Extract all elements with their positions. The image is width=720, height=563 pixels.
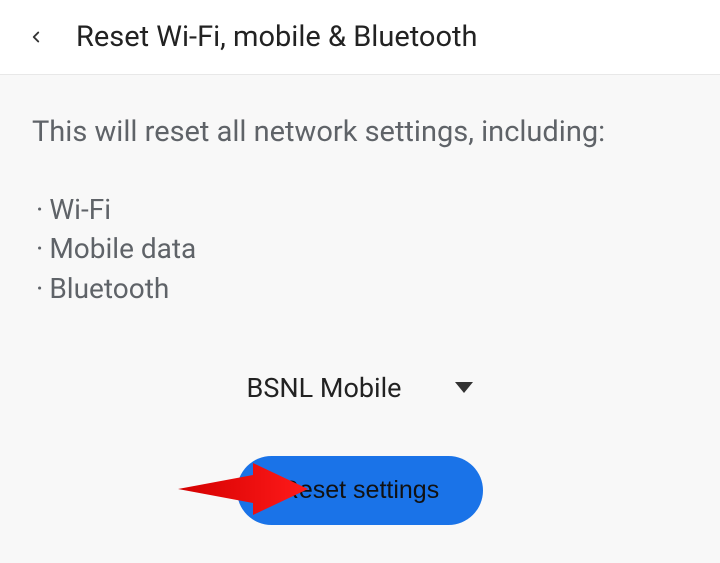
reset-settings-button[interactable]: Reset settings bbox=[237, 456, 483, 525]
carrier-selector[interactable]: BSNL Mobile bbox=[32, 372, 688, 404]
button-row: Reset settings bbox=[32, 456, 688, 525]
reset-items-list: Wi-Fi Mobile data Bluetooth bbox=[32, 190, 688, 308]
description-text: This will reset all network settings, in… bbox=[32, 113, 688, 152]
list-item: Wi-Fi bbox=[36, 190, 688, 229]
chevron-down-icon bbox=[455, 382, 473, 393]
header: Reset Wi-Fi, mobile & Bluetooth bbox=[0, 0, 720, 75]
page-title: Reset Wi-Fi, mobile & Bluetooth bbox=[76, 20, 477, 54]
list-item: Mobile data bbox=[36, 229, 688, 268]
carrier-label: BSNL Mobile bbox=[247, 372, 402, 404]
content-area: This will reset all network settings, in… bbox=[0, 75, 720, 563]
list-item: Bluetooth bbox=[36, 269, 688, 308]
back-icon[interactable] bbox=[24, 25, 48, 49]
